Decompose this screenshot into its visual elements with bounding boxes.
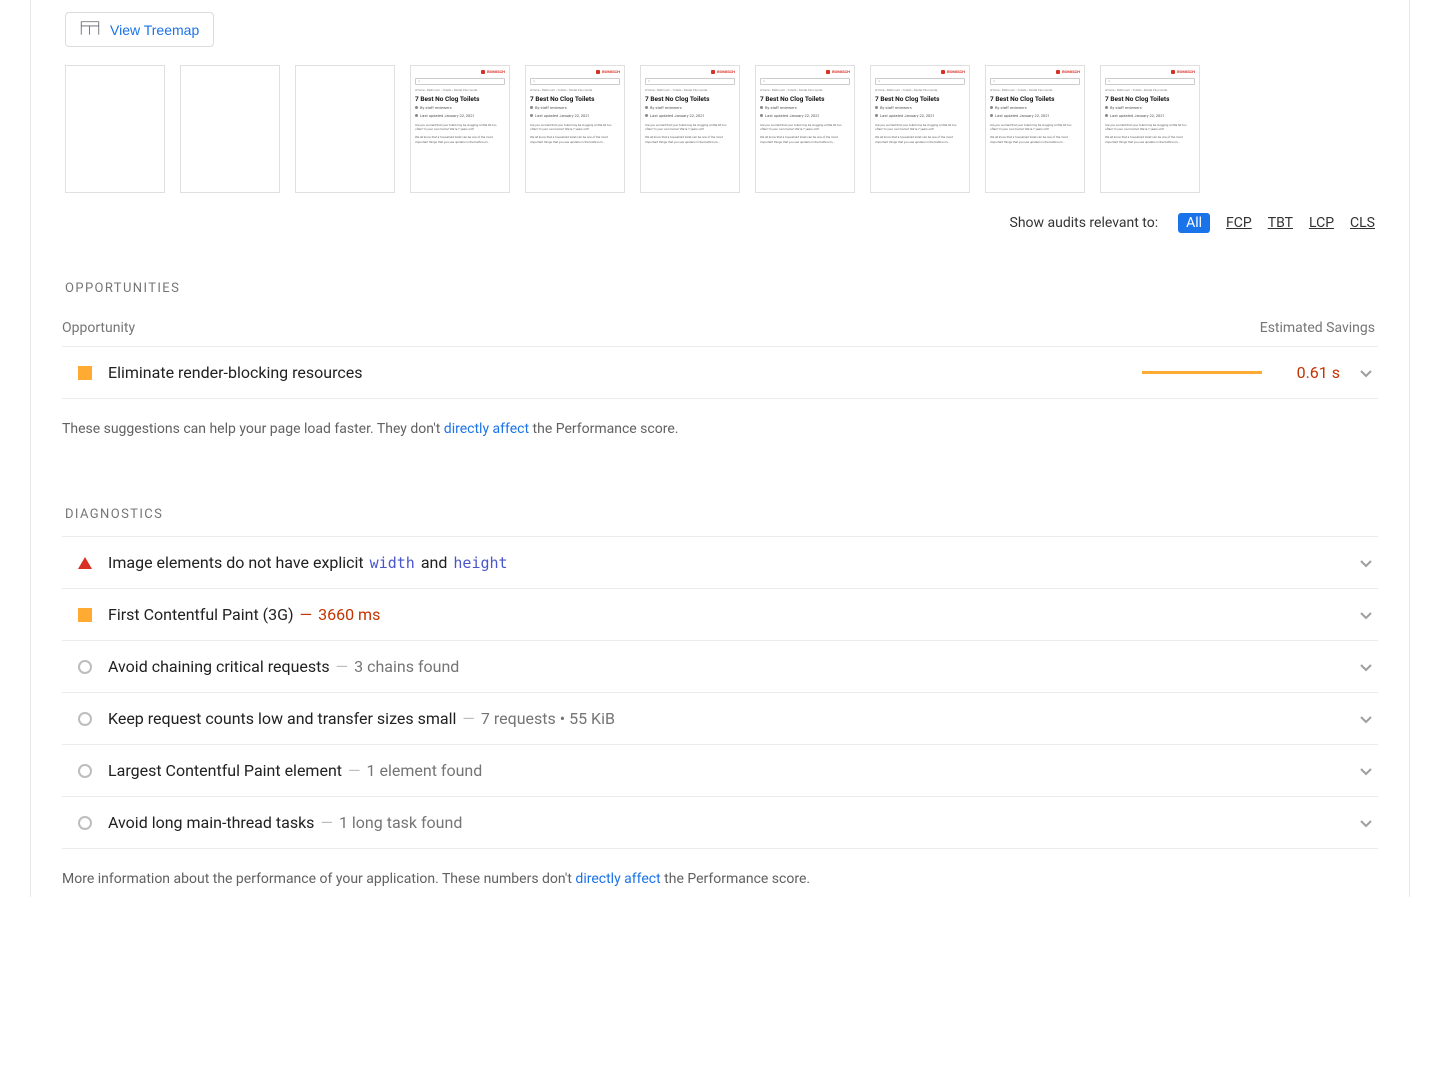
filmstrip-frame[interactable]: BOMISCHQsHome › Bathroom › Toilets › Mod… [525, 65, 625, 193]
severity-circle-icon [78, 764, 92, 778]
filmstrip-frame[interactable]: BOMISCHQsHome › Bathroom › Toilets › Mod… [985, 65, 1085, 193]
severity-triangle-icon [78, 557, 92, 569]
audit-filter-label: Show audits relevant to: [1010, 215, 1159, 231]
filter-chip-cls[interactable]: CLS [1350, 215, 1375, 231]
filter-chip-tbt[interactable]: TBT [1268, 215, 1293, 231]
opportunities-note-pre: These suggestions can help your page loa… [62, 421, 444, 437]
chevron-down-icon [1358, 763, 1374, 779]
opportunity-col-right: Estimated Savings [1260, 320, 1375, 336]
diagnostic-row[interactable]: Keep request counts low and transfer siz… [62, 693, 1378, 745]
filmstrip-frame[interactable]: BOMISCHQsHome › Bathroom › Toilets › Mod… [870, 65, 970, 193]
filter-chip-lcp[interactable]: LCP [1309, 215, 1334, 231]
filmstrip-frame[interactable]: BOMISCHQsHome › Bathroom › Toilets › Mod… [755, 65, 855, 193]
diagnostics-list: Image elements do not have explicit widt… [62, 536, 1378, 849]
diagnostic-row-right [1358, 659, 1374, 675]
opportunities-note: These suggestions can help your page loa… [31, 399, 1409, 447]
savings-bar [1142, 371, 1272, 374]
diagnostics-note-link[interactable]: directly affect [575, 871, 660, 887]
filmstrip-frame[interactable]: BOMISCHQsHome › Bathroom › Toilets › Mod… [410, 65, 510, 193]
diagnostics-note-post: the Performance score. [661, 871, 810, 887]
diagnostic-row-right [1358, 815, 1374, 831]
chevron-down-icon [1358, 815, 1374, 831]
opportunity-row[interactable]: Eliminate render-blocking resources 0.61 … [62, 347, 1378, 399]
chevron-down-icon [1358, 607, 1374, 623]
filter-chip-fcp[interactable]: FCP [1226, 215, 1252, 231]
diagnostic-title: Largest Contentful Paint element—1 eleme… [108, 761, 1342, 780]
filter-chip-all[interactable]: All [1178, 213, 1210, 233]
filmstrip-frame[interactable] [295, 65, 395, 193]
opportunity-title: Eliminate render-blocking resources [108, 363, 1126, 382]
filmstrip-frame[interactable] [180, 65, 280, 193]
diagnostic-row-right [1358, 555, 1374, 571]
filmstrip-frame[interactable]: BOMISCHQsHome › Bathroom › Toilets › Mod… [1100, 65, 1200, 193]
diagnostic-row-right [1358, 711, 1374, 727]
chevron-down-icon [1358, 711, 1374, 727]
diagnostic-row[interactable]: Avoid chaining critical requests—3 chain… [62, 641, 1378, 693]
opportunity-col-left: Opportunity [62, 320, 135, 336]
chevron-down-icon [1358, 365, 1374, 381]
diagnostics-note: More information about the performance o… [31, 849, 1409, 897]
opportunities-heading: OPPORTUNITIES [31, 251, 1409, 310]
chevron-down-icon [1358, 555, 1374, 571]
severity-circle-icon [78, 660, 92, 674]
diagnostic-row-right [1358, 607, 1374, 623]
filmstrip-frame[interactable]: BOMISCHQsHome › Bathroom › Toilets › Mod… [640, 65, 740, 193]
diagnostic-row[interactable]: Largest Contentful Paint element—1 eleme… [62, 745, 1378, 797]
severity-circle-icon [78, 712, 92, 726]
lighthouse-performance-panel: View Treemap BOMISCHQsHome › Bathroom › … [30, 0, 1410, 897]
audit-filter-chips: All FCP TBT LCP CLS [1178, 213, 1375, 233]
diagnostic-row[interactable]: Avoid long main-thread tasks—1 long task… [62, 797, 1378, 849]
severity-square-icon [78, 608, 92, 622]
diagnostic-title: Image elements do not have explicit widt… [108, 553, 1342, 572]
filmstrip-frame[interactable] [65, 65, 165, 193]
severity-square-icon [78, 366, 92, 380]
savings-value: 0.61 s [1290, 363, 1340, 382]
opportunity-savings-group: 0.61 s [1142, 363, 1374, 382]
treemap-icon [80, 20, 100, 39]
diagnostic-row[interactable]: First Contentful Paint (3G)—3660 ms [62, 589, 1378, 641]
diagnostics-heading: DIAGNOSTICS [31, 447, 1409, 536]
view-treemap-button[interactable]: View Treemap [65, 12, 214, 47]
view-treemap-label: View Treemap [110, 22, 199, 38]
diagnostic-title: First Contentful Paint (3G)—3660 ms [108, 605, 1342, 624]
diagnostic-row-right [1358, 763, 1374, 779]
opportunities-list: Eliminate render-blocking resources 0.61 … [62, 346, 1378, 399]
diagnostic-row[interactable]: Image elements do not have explicit widt… [62, 537, 1378, 589]
diagnostics-note-pre: More information about the performance o… [62, 871, 575, 887]
opportunities-columns: Opportunity Estimated Savings [31, 310, 1409, 346]
audit-filter-row: Show audits relevant to: All FCP TBT LCP CLS [31, 207, 1409, 251]
filmstrip: BOMISCHQsHome › Bathroom › Toilets › Mod… [31, 65, 1409, 207]
treemap-row: View Treemap [31, 0, 1409, 65]
chevron-down-icon [1358, 659, 1374, 675]
diagnostic-title: Keep request counts low and transfer siz… [108, 709, 1342, 728]
diagnostic-title: Avoid long main-thread tasks—1 long task… [108, 813, 1342, 832]
opportunities-note-post: the Performance score. [529, 421, 678, 437]
diagnostic-title: Avoid chaining critical requests—3 chain… [108, 657, 1342, 676]
opportunities-note-link[interactable]: directly affect [444, 421, 529, 437]
severity-circle-icon [78, 816, 92, 830]
